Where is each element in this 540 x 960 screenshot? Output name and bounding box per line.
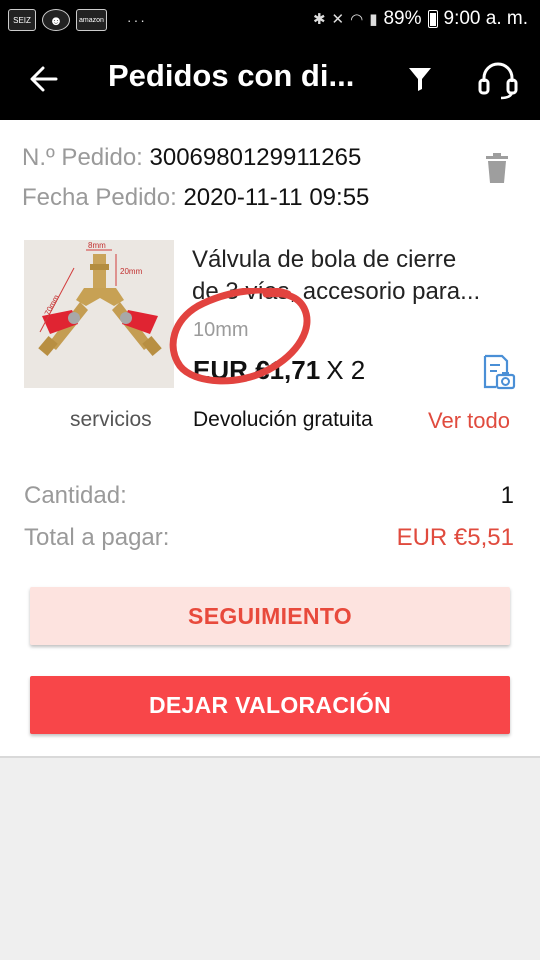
signal-icon: ▮ [369, 11, 378, 28]
quantity-label: Cantidad: [24, 482, 127, 509]
order-number-value: 3006980129911265 [149, 144, 362, 171]
valve-illustration: 8mm 20mm 70mm [24, 240, 174, 388]
delete-order-icon[interactable] [484, 152, 510, 184]
quantity-value: 1 [500, 482, 514, 509]
image-dim-label-20mm: 20mm [120, 267, 143, 276]
status-bar: SEIZ ☻ amazon ··· ✱ ✕ ◠ ▮ 89% 9:00 a. m. [0, 0, 540, 38]
order-date-label: Fecha Pedido: [22, 184, 177, 211]
order-number-row: N.º Pedido: 3006980129911265 [22, 144, 361, 172]
price-row: EUR €1,71 X 2 [193, 355, 365, 386]
amazon-notification-icon: amazon [76, 9, 107, 31]
filter-icon [409, 68, 431, 91]
services-label: servicios [70, 408, 152, 431]
system-status: ✱ ✕ ◠ ▮ 89% 9:00 a. m. [313, 8, 528, 30]
total-row: Total a pagar: EUR €5,51 [24, 524, 514, 552]
back-arrow-icon [30, 66, 58, 92]
product-price: EUR €1,71 [193, 355, 321, 385]
more-notifications-icon: ··· [126, 12, 147, 28]
tracking-button[interactable]: SEGUIMIENTO [30, 587, 510, 645]
product-variant: 10mm [193, 319, 249, 341]
product-quantity: X 2 [326, 355, 366, 385]
headset-icon [478, 62, 518, 100]
product-title-line1: Válvula de bola de cierre [192, 246, 457, 273]
leave-review-button[interactable]: DEJAR VALORACIÓN [30, 676, 510, 734]
bluetooth-icon: ✱ [312, 11, 326, 28]
smiley-notification-icon: ☻ [42, 9, 70, 31]
order-card: N.º Pedido: 3006980129911265 Fecha Pedid… [0, 120, 540, 758]
product-image[interactable]: 8mm 20mm 70mm [24, 240, 174, 388]
battery-level: 89% [383, 8, 422, 29]
back-button[interactable] [24, 59, 64, 99]
free-return-label: Devolución gratuita [193, 408, 373, 431]
app-bar: Pedidos con di... [0, 38, 540, 120]
order-date-row: Fecha Pedido: 2020-11-11 09:55 [22, 184, 369, 212]
notification-icons: SEIZ ☻ amazon ··· [8, 9, 147, 31]
product-title[interactable]: Válvula de bola de cierre de 3 vías, acc… [192, 244, 522, 308]
customer-service-button[interactable] [476, 58, 520, 102]
clock: 9:00 a. m. [443, 8, 529, 29]
app-notification-icon: SEIZ [8, 9, 36, 31]
quantity-row: Cantidad: 1 [24, 482, 514, 510]
order-number-label: N.º Pedido: [22, 144, 143, 171]
total-label: Total a pagar: [24, 524, 170, 551]
battery-icon [427, 10, 438, 28]
wifi-icon: ◠ [350, 11, 364, 28]
product-title-line2: de 3 vías, accesorio para... [192, 278, 481, 305]
total-value: EUR €5,51 [396, 524, 514, 551]
filter-button[interactable] [402, 60, 438, 98]
mute-icon: ✕ [331, 11, 345, 28]
invoice-icon[interactable] [480, 354, 516, 390]
page-title: Pedidos con di... [108, 58, 355, 93]
see-all-link[interactable]: Ver todo [428, 408, 510, 434]
image-dim-label-8mm: 8mm [88, 241, 106, 250]
order-date-value: 2020-11-11 09:55 [183, 184, 370, 211]
